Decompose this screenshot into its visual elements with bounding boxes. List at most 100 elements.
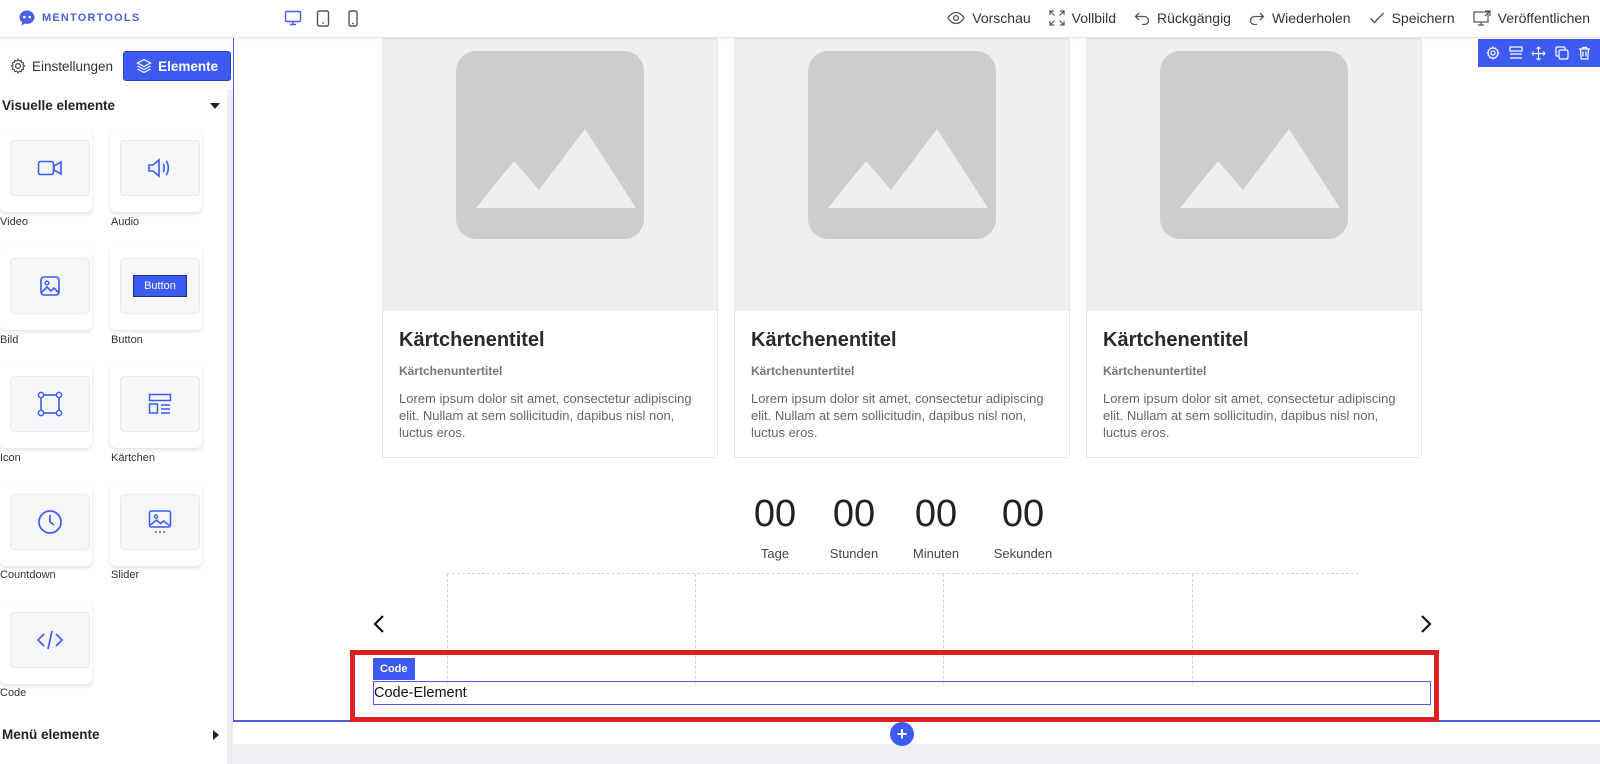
- publish-button[interactable]: Veröffentlichen: [1473, 10, 1590, 26]
- trash-icon[interactable]: [1576, 44, 1594, 62]
- card-2[interactable]: Kärtchenentitel Kärtchenuntertitel Lorem…: [734, 38, 1070, 458]
- tile-slider-label: Slider: [111, 569, 140, 581]
- check-icon: [1369, 12, 1384, 24]
- mentortools-logo-icon: [19, 10, 35, 26]
- elements-sidebar: Einstellungen Elemente Visuelle elemente…: [0, 38, 233, 764]
- countdown-minutes-value: 00: [914, 493, 958, 535]
- mobile-icon[interactable]: [344, 9, 362, 27]
- tile-button[interactable]: Button: [110, 247, 202, 330]
- desktop-icon[interactable]: [284, 9, 302, 27]
- tile-slider[interactable]: [110, 483, 202, 566]
- tile-card[interactable]: [110, 365, 202, 448]
- countdown-days-label: Tage: [760, 546, 790, 561]
- card-text: Lorem ipsum dolor sit amet, consectetur …: [399, 391, 692, 440]
- icon-shape-icon: [37, 391, 63, 417]
- code-element-tag[interactable]: Code: [373, 658, 415, 680]
- audio-icon: [148, 158, 170, 178]
- tile-countdown-preview: [10, 494, 90, 550]
- card-1[interactable]: Kärtchenentitel Kärtchenuntertitel Lorem…: [382, 38, 718, 458]
- tab-elements-label: Elemente: [158, 58, 219, 74]
- section-settings-icon[interactable]: [1484, 44, 1502, 62]
- chevron-left-icon: [373, 615, 384, 633]
- fullscreen-label: Vollbild: [1071, 10, 1117, 26]
- tile-video[interactable]: [0, 129, 92, 212]
- tile-button-label: Button: [111, 334, 143, 346]
- countdown-minutes-label: Minuten: [912, 546, 960, 561]
- tile-card-preview: [120, 376, 200, 432]
- image-placeholder-icon: [1160, 51, 1348, 239]
- top-actions: Vorschau Vollbild Rückgängig Wiederholen…: [929, 0, 1600, 36]
- section-menu-elements[interactable]: Menü elemente: [2, 727, 220, 742]
- logo-text: MENTORTOOLS: [42, 12, 141, 24]
- tile-image-preview: [10, 258, 90, 314]
- card-title: Kärtchenentitel: [399, 329, 545, 351]
- countdown-seconds-value: 00: [1001, 493, 1045, 535]
- undo-label: Rückgängig: [1157, 10, 1231, 26]
- tile-button-preview: Button: [120, 258, 200, 314]
- tile-countdown[interactable]: [0, 483, 92, 566]
- image-icon: [40, 276, 60, 296]
- slider-icon: [148, 510, 172, 533]
- undo-button[interactable]: Rückgängig: [1134, 10, 1231, 26]
- image-placeholder-icon: [808, 51, 996, 239]
- card-text: Lorem ipsum dolor sit amet, consectetur …: [751, 391, 1044, 440]
- section-menu-title: Menü elemente: [2, 727, 100, 742]
- section-visual-elements[interactable]: Visuelle elemente: [2, 98, 220, 113]
- tile-icon[interactable]: [0, 365, 92, 448]
- tablet-icon[interactable]: [314, 9, 332, 27]
- card-title: Kärtchenentitel: [1103, 329, 1249, 351]
- caret-right-icon: [213, 729, 219, 740]
- move-icon[interactable]: [1530, 44, 1548, 62]
- chevron-right-icon: [1421, 615, 1432, 633]
- tile-icon-preview: [10, 376, 90, 432]
- duplicate-icon[interactable]: [1553, 44, 1571, 62]
- tile-code[interactable]: [0, 601, 92, 684]
- layers-icon: [136, 58, 152, 74]
- countdown-seconds-label: Sekunden: [993, 546, 1053, 561]
- countdown-hours-label: Stunden: [829, 546, 879, 561]
- section-layout-icon[interactable]: [1507, 44, 1525, 62]
- redo-icon: [1249, 12, 1265, 25]
- slider-next-arrow[interactable]: [1416, 612, 1436, 636]
- caret-down-icon: [210, 102, 220, 109]
- clock-icon: [38, 510, 62, 534]
- eye-icon: [947, 11, 966, 25]
- countdown-days-value: 00: [753, 493, 797, 535]
- tile-image-label: Bild: [0, 334, 19, 346]
- fullscreen-icon: [1049, 10, 1065, 26]
- tab-settings-label: Einstellungen: [32, 58, 114, 74]
- tile-video-preview: [10, 140, 90, 196]
- video-icon: [37, 160, 62, 176]
- card-3[interactable]: Kärtchenentitel Kärtchenuntertitel Lorem…: [1086, 38, 1422, 458]
- redo-button[interactable]: Wiederholen: [1249, 10, 1351, 26]
- image-placeholder-icon: [456, 51, 644, 239]
- add-section-button[interactable]: +: [890, 722, 914, 746]
- undo-icon: [1134, 12, 1150, 25]
- gear-icon: [10, 58, 26, 74]
- slider-prev-arrow[interactable]: [369, 612, 389, 636]
- code-icon: [36, 630, 64, 650]
- save-label: Speichern: [1391, 10, 1455, 26]
- tile-audio[interactable]: [110, 129, 202, 212]
- tile-image[interactable]: [0, 247, 92, 330]
- tile-code-label: Code: [0, 687, 27, 699]
- tile-audio-preview: [120, 140, 200, 196]
- fullscreen-button[interactable]: Vollbild: [1049, 10, 1116, 26]
- card-title: Kärtchenentitel: [751, 329, 897, 351]
- save-button[interactable]: Speichern: [1369, 10, 1455, 26]
- tab-settings[interactable]: Einstellungen: [0, 52, 123, 80]
- tab-elements[interactable]: Elemente: [123, 51, 232, 81]
- tile-audio-label: Audio: [111, 216, 140, 228]
- tile-card-label: Kärtchen: [111, 452, 156, 464]
- redo-label: Wiederholen: [1271, 10, 1351, 26]
- logo[interactable]: MENTORTOOLS: [18, 9, 140, 27]
- code-element[interactable]: Code-Element: [373, 681, 1431, 705]
- preview-button[interactable]: Vorschau: [947, 10, 1031, 26]
- preview-label: Vorschau: [972, 10, 1031, 26]
- sidebar-tabs: Einstellungen Elemente: [0, 51, 232, 81]
- publish-label: Veröffentlichen: [1497, 10, 1590, 26]
- countdown-hours-value: 00: [832, 493, 876, 535]
- tile-code-preview: [10, 612, 90, 668]
- top-toolbar: MENTORTOOLS Vorschau Vollbild Rückgängig…: [0, 0, 1600, 38]
- card-subtitle: Kärtchenuntertitel: [399, 364, 503, 378]
